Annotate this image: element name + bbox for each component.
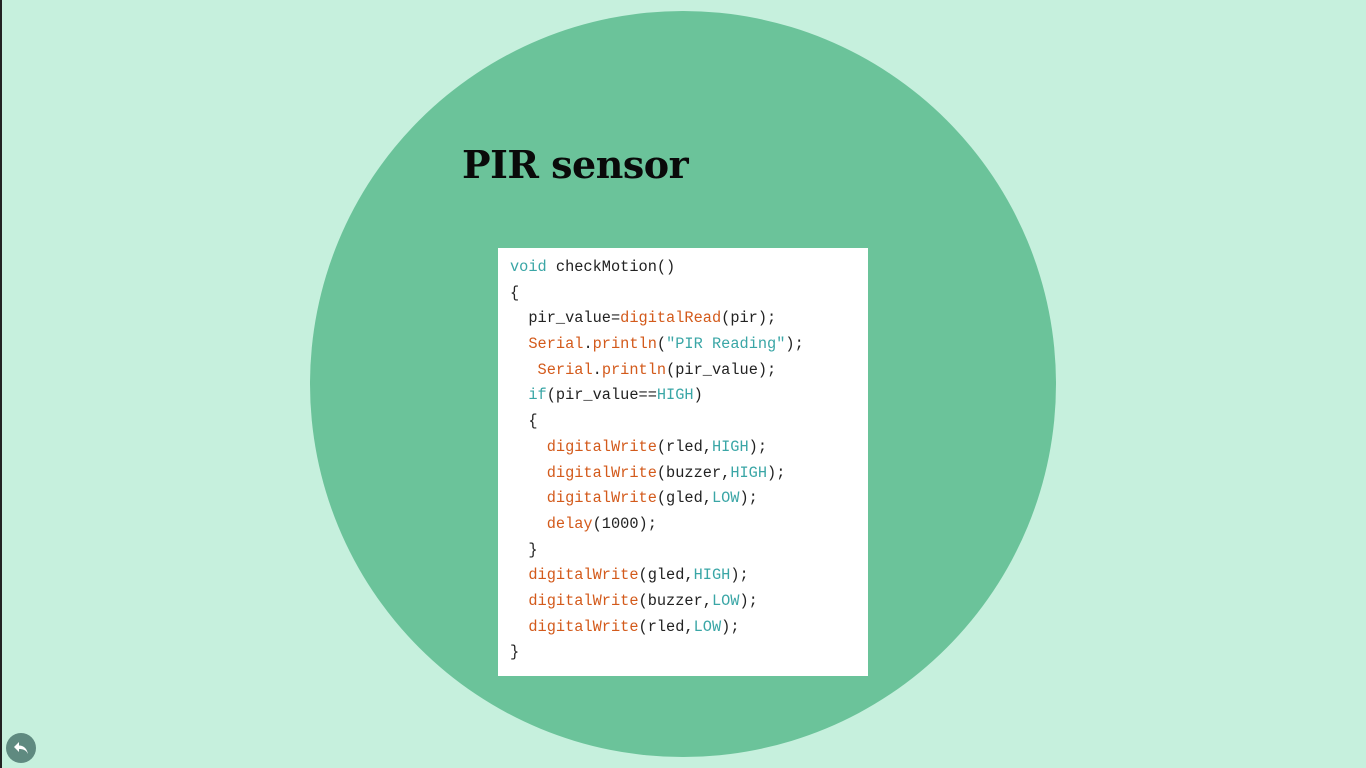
back-button[interactable] <box>6 733 36 763</box>
code-token-string: "PIR Reading" <box>666 335 786 354</box>
code-line: pir_value=digitalRead(pir); <box>510 306 868 332</box>
code-token-constant: LOW <box>693 617 722 636</box>
code-line: } <box>510 640 868 666</box>
code-token-function: digitalWrite <box>528 617 639 636</box>
code-token-plain: ); <box>739 489 758 508</box>
code-token-plain: { <box>510 283 520 302</box>
code-token-plain: (1000); <box>592 514 657 533</box>
code-line: void checkMotion() <box>510 255 868 281</box>
code-token-plain: ( <box>656 335 667 354</box>
code-line: digitalWrite(buzzer,LOW); <box>510 589 868 615</box>
slide-title: PIR sensor <box>462 142 689 187</box>
code-token-plain: (rled, <box>638 617 694 636</box>
code-line: digitalWrite(rled,LOW); <box>510 615 868 641</box>
code-token-constant: LOW <box>711 591 740 610</box>
code-token-plain: ); <box>739 591 758 610</box>
code-token-function: delay <box>546 514 593 533</box>
code-token-plain: checkMotion() <box>546 258 676 276</box>
code-token-constant: HIGH <box>730 463 768 482</box>
code-token-plain: (buzzer, <box>656 463 731 482</box>
code-token-function: Serial <box>537 360 593 379</box>
code-token-function: digitalWrite <box>528 591 639 610</box>
code-token-plain: (pir_value== <box>546 386 657 405</box>
code-token-function: println <box>592 335 657 354</box>
code-token-plain: pir_value= <box>510 309 621 328</box>
code-token-function: Serial <box>528 335 584 354</box>
code-token-keyword: void <box>510 258 547 276</box>
code-token-keyword: if <box>528 386 547 405</box>
window-edge <box>0 0 2 768</box>
code-token-function: println <box>601 360 667 379</box>
code-line: digitalWrite(gled,LOW); <box>510 486 868 512</box>
code-token-plain: { <box>510 412 538 431</box>
code-line: Serial.println(pir_value); <box>510 358 868 384</box>
code-token-constant: HIGH <box>693 566 731 585</box>
code-token-plain: (rled, <box>656 437 712 456</box>
code-line: digitalWrite(buzzer,HIGH); <box>510 461 868 487</box>
code-line: digitalWrite(gled,HIGH); <box>510 563 868 589</box>
code-token-plain: . <box>592 360 602 379</box>
code-token-function: digitalWrite <box>546 489 657 508</box>
code-token-plain: (pir); <box>721 309 777 328</box>
code-token-plain: } <box>510 643 520 662</box>
code-token-plain: ); <box>730 566 749 585</box>
code-line: digitalWrite(rled,HIGH); <box>510 435 868 461</box>
code-line: delay(1000); <box>510 512 868 538</box>
code-token-function: digitalWrite <box>546 463 657 482</box>
code-line: } <box>510 538 868 564</box>
back-arrow-icon <box>14 742 28 754</box>
code-line: { <box>510 409 868 435</box>
code-line: Serial.println("PIR Reading"); <box>510 332 868 358</box>
code-snippet: void checkMotion() { pir_value=digitalRea… <box>498 248 868 676</box>
code-token-constant: HIGH <box>711 437 749 456</box>
code-token-plain: (gled, <box>656 489 712 508</box>
code-token-plain: ); <box>721 617 740 636</box>
code-line: { <box>510 281 868 307</box>
code-token-plain: ); <box>767 463 786 482</box>
code-token-function: digitalWrite <box>528 566 639 585</box>
code-token-plain: (pir_value); <box>666 360 777 379</box>
code-token-plain: ); <box>785 335 804 354</box>
code-token-plain: ) <box>693 386 703 405</box>
code-token-constant: LOW <box>711 489 740 508</box>
code-token-plain: } <box>510 540 538 559</box>
code-token-plain: . <box>583 335 593 354</box>
code-token-function: digitalRead <box>620 309 722 328</box>
code-line: if(pir_value==HIGH) <box>510 383 868 409</box>
code-token-function: digitalWrite <box>546 437 657 456</box>
code-token-plain: (buzzer, <box>638 591 712 610</box>
code-token-plain: ); <box>748 437 768 456</box>
code-token-constant: HIGH <box>656 386 694 405</box>
code-token-plain: (gled, <box>638 566 694 585</box>
